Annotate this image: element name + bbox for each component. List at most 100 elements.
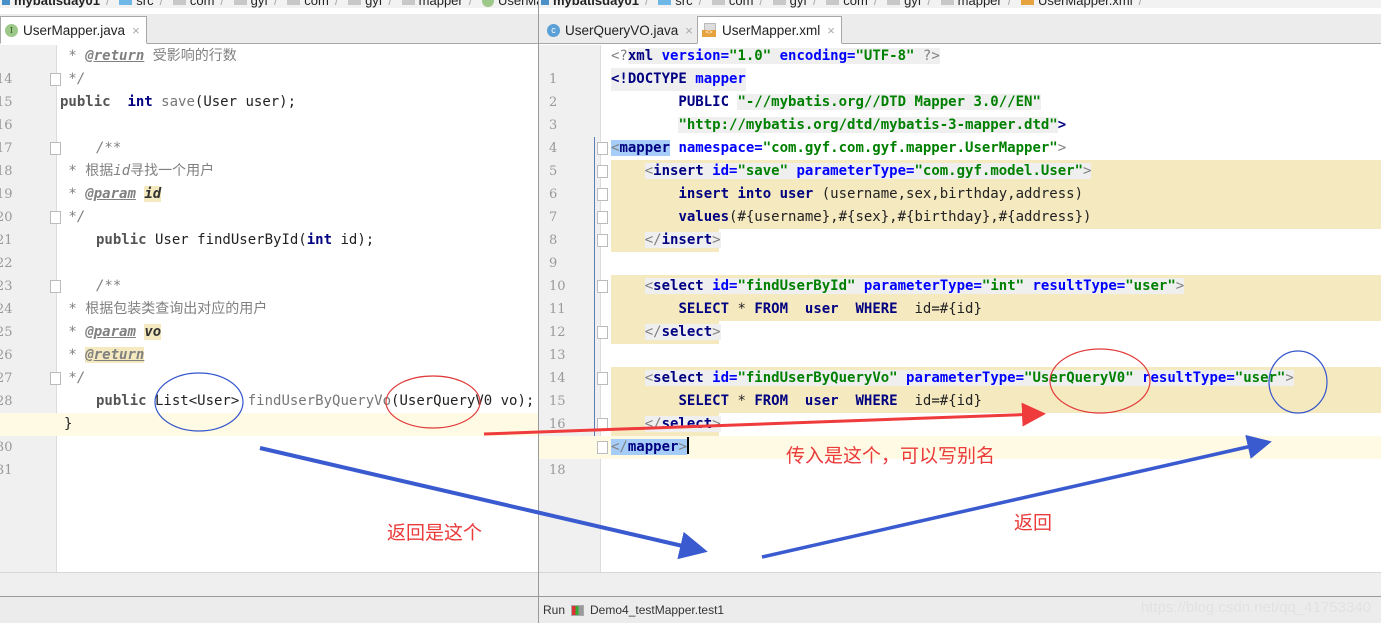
code-line: 24 /** — [0, 278, 122, 317]
code-line: 6 <insert id="save" parameterType="com.g… — [549, 163, 1092, 202]
folder-icon — [826, 0, 840, 5]
breadcrumb-item-com[interactable]: com — [711, 0, 753, 8]
breadcrumb-item-project[interactable]: mybatisday01 — [2, 0, 100, 8]
code-line: 8 values(#{username},#{sex},#{birthday},… — [549, 209, 1092, 248]
breadcrumb-item-mapper[interactable]: mapper — [401, 0, 463, 8]
tab-userqueryvo-java[interactable]: c UserQueryVO.java × — [543, 16, 699, 44]
fold-end-icon[interactable] — [597, 211, 608, 224]
xml-file-icon — [702, 23, 716, 37]
breadcrumb-item-com[interactable]: com — [826, 0, 868, 8]
code-line: 26 * @param vo — [0, 324, 162, 363]
code-line: 28 */ — [0, 370, 86, 409]
code-line: 9 </insert> — [549, 232, 721, 271]
fold-end-icon[interactable] — [597, 234, 608, 247]
folder-icon — [772, 0, 786, 5]
code-line: 20 * @param id — [0, 186, 162, 225]
code-line: 25 * 根据包装类查询出对应的用户 — [0, 301, 268, 340]
interface-icon: I — [5, 23, 18, 37]
fold-start-icon[interactable] — [50, 142, 61, 155]
code-line: 27 * @return — [0, 347, 145, 386]
code-line-current: 30 } — [0, 413, 538, 455]
breadcrumb: mybatisday01/ src / com / gyf / com / gyf / m… — [0, 0, 538, 8]
close-icon[interactable]: × — [685, 23, 693, 38]
breadcrumb-item-gyf[interactable]: gyf — [772, 0, 807, 8]
code-line: 19 * 根据id寻找一个用户 — [0, 163, 215, 202]
horizontal-scroll-area[interactable] — [0, 572, 538, 596]
code-line: 22 public User findUserById(int id); — [0, 232, 375, 271]
interface-icon — [481, 0, 494, 7]
breadcrumb-item-src[interactable]: src — [119, 0, 154, 8]
breadcrumb-item-gyf[interactable]: gyf — [887, 0, 921, 8]
code-line: 10 — [549, 279, 566, 294]
module-icon — [2, 0, 10, 5]
breadcrumb-item-file[interactable]: UserMapp — [481, 0, 538, 8]
code-line: 29 public List<User> findUserByQueryVo(U… — [0, 393, 535, 432]
folder-icon — [711, 0, 725, 5]
module-icon — [541, 0, 549, 5]
breadcrumb-item-project[interactable]: mybatisday01 — [541, 0, 639, 8]
status-bar — [0, 596, 538, 623]
code-line: 11 <select id="findUserById" parameterTy… — [549, 278, 1185, 317]
code-line: 18 /** — [0, 140, 122, 179]
code-editor-xml[interactable]: 1 <?xml version="1.0" encoding="UTF-8" ?… — [539, 45, 1381, 572]
code-line: 15 */ — [0, 71, 86, 110]
code-line: 13 </select> — [549, 324, 721, 363]
fold-end-icon[interactable] — [597, 326, 608, 339]
horizontal-scroll-area[interactable] — [539, 572, 1381, 596]
run-config-icon — [571, 604, 585, 616]
fold-start-icon[interactable] — [597, 280, 608, 293]
code-line: 16 SELECT * FROM user WHERE id=#{id} — [549, 393, 982, 432]
folder-icon — [401, 0, 415, 5]
fold-start-icon[interactable] — [597, 165, 608, 178]
text-cursor — [686, 437, 689, 454]
code-editor-java[interactable]: 14 * @return 受影响的行数 15 */ 16 public int … — [0, 45, 538, 572]
run-label[interactable]: Run — [543, 603, 565, 617]
folder-icon — [887, 0, 901, 5]
breadcrumb-item-src[interactable]: src — [658, 0, 693, 8]
fold-end-icon[interactable] — [597, 418, 608, 431]
tab-usermapper-java[interactable]: I UserMapper.java × — [0, 16, 147, 44]
code-line: 14 * @return 受影响的行数 — [0, 48, 237, 87]
breadcrumb-item-com[interactable]: com — [172, 0, 214, 8]
code-line: 23 — [0, 279, 13, 294]
editor-tab-bar: I UserMapper.java × — [0, 14, 538, 44]
code-line: 4 "http://mybatis.org/dtd/mybatis-3-mapp… — [549, 117, 1067, 156]
close-icon[interactable]: × — [827, 23, 835, 38]
fold-start-icon[interactable] — [597, 188, 608, 201]
breadcrumb-item-gyf[interactable]: gyf — [233, 0, 268, 8]
folder-icon — [658, 0, 672, 5]
tab-usermapper-xml[interactable]: UserMapper.xml × — [697, 16, 842, 44]
run-configuration[interactable]: Demo4_testMapper.test1 — [590, 603, 724, 617]
fold-start-icon[interactable] — [597, 372, 608, 385]
watermark: https://blog.csdn.net/qq_41753340 — [1140, 599, 1371, 616]
annotation-text-return: 返回 — [1014, 512, 1053, 534]
close-icon[interactable]: × — [132, 23, 140, 38]
code-line: 3 PUBLIC "-//mybatis.org//DTD Mapper 3.0… — [549, 94, 1041, 133]
annotation-text-input-this: 传入是这个，可以写别名 — [786, 445, 996, 467]
code-line: 17 — [0, 141, 13, 156]
class-icon: c — [547, 23, 560, 37]
breadcrumb-item-mapper[interactable]: mapper — [940, 0, 1002, 8]
folder-icon — [119, 0, 133, 5]
code-line: 31 — [0, 463, 13, 478]
fold-end-icon[interactable] — [597, 441, 608, 454]
code-line: 21 */ — [0, 209, 86, 248]
code-line: 5 <mapper namespace="com.gyf.com.gyf.map… — [549, 140, 1067, 179]
code-line: 7 insert into user (username,sex,birthda… — [549, 186, 1084, 225]
fold-start-icon[interactable] — [597, 142, 608, 155]
editor-tab-bar: c UserQueryVO.java × UserMapper.xml × — [539, 14, 1381, 44]
code-line: 16 public int save(User user); — [0, 94, 297, 133]
folder-icon — [287, 0, 301, 5]
code-line: 1 <?xml version="1.0" encoding="UTF-8" ?… — [549, 48, 940, 87]
breadcrumb-item-com[interactable]: com — [287, 0, 329, 8]
folder-icon — [172, 0, 186, 5]
code-line: 17 </select> — [539, 413, 1381, 455]
breadcrumb: mybatisday01/ src / com / gyf / com / gyf / m… — [539, 0, 1381, 8]
breadcrumb-item-gyf[interactable]: gyf — [348, 0, 382, 8]
folder-icon — [233, 0, 247, 5]
breadcrumb-item-file[interactable]: UserMapper.xml — [1020, 0, 1133, 8]
xml-file-icon — [1020, 0, 1034, 5]
fold-start-icon[interactable] — [50, 280, 61, 293]
code-line: 15 <select id="findUserByQueryVo" parame… — [549, 370, 1294, 409]
right-editor-pane: mybatisday01/ src / com / gyf / com / gyf / m… — [538, 0, 1381, 623]
